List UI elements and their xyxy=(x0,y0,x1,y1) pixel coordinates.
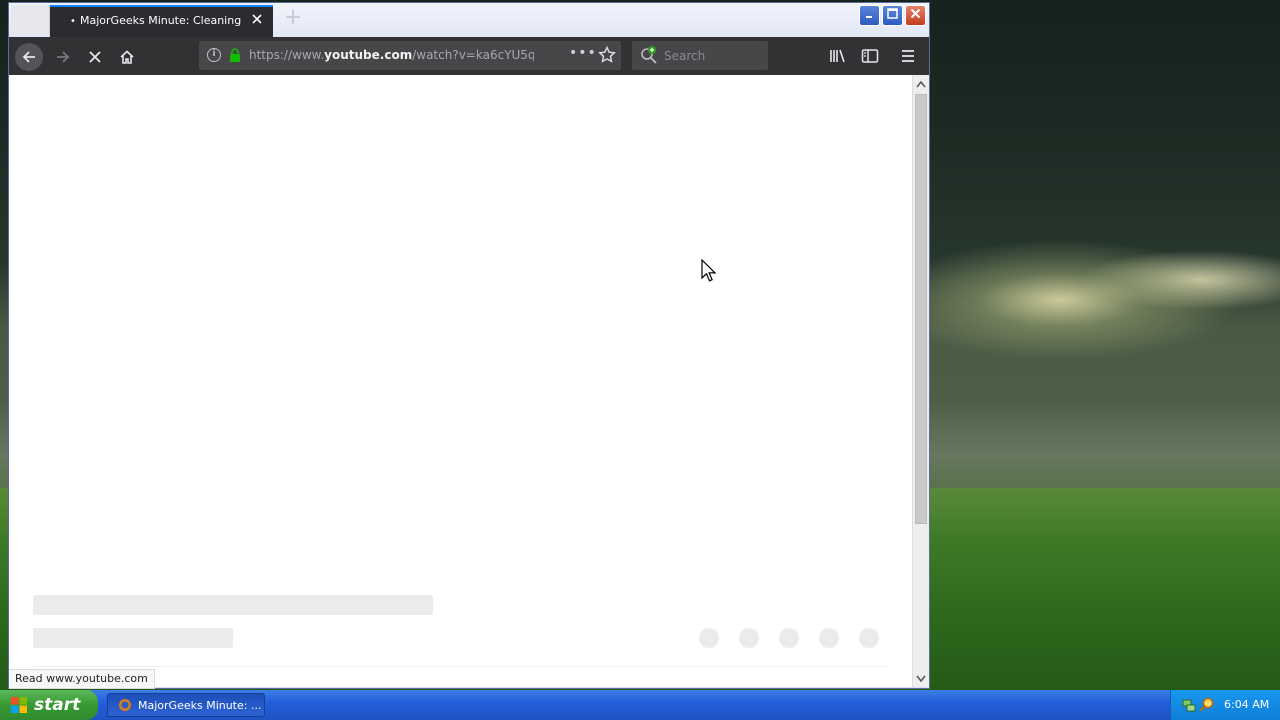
stop-icon xyxy=(89,51,101,63)
maximize-icon xyxy=(887,8,898,19)
close-icon xyxy=(252,14,262,24)
minimize-button[interactable] xyxy=(859,5,880,26)
browser-window: • MajorGeeks Minute: Cleaning Your + xyxy=(8,2,930,689)
skeleton-divider xyxy=(33,666,887,667)
scroll-down-button[interactable] xyxy=(913,670,929,687)
library-button[interactable] xyxy=(827,45,849,67)
search-icon xyxy=(641,46,657,64)
forward-button[interactable] xyxy=(49,43,77,71)
back-button[interactable] xyxy=(15,43,43,71)
skeleton-action xyxy=(819,628,839,648)
skeleton-subtitle xyxy=(33,628,233,648)
taskbar: start MajorGeeks Minute: ... 6:04 AM xyxy=(0,690,1280,720)
chevron-down-icon xyxy=(916,675,926,682)
system-tray: 6:04 AM xyxy=(1170,690,1280,720)
home-icon xyxy=(120,50,134,64)
status-bar: Read www.youtube.com xyxy=(9,669,155,689)
library-icon xyxy=(830,49,845,63)
skeleton-action xyxy=(779,628,799,648)
skeleton-action xyxy=(859,628,879,648)
skeleton-action xyxy=(699,628,719,648)
forward-arrow-icon xyxy=(57,51,70,63)
chevron-up-icon xyxy=(916,80,926,87)
url-domain: youtube.com xyxy=(324,48,413,62)
page-content: Read www.youtube.com xyxy=(9,75,912,689)
tab-blank[interactable] xyxy=(11,5,50,35)
tab-active[interactable]: • MajorGeeks Minute: Cleaning Your xyxy=(50,5,273,37)
cursor-icon xyxy=(701,259,717,282)
windows-logo-icon xyxy=(11,697,27,713)
tab-loading-dot: • xyxy=(70,16,76,27)
search-placeholder: Search xyxy=(664,49,706,63)
back-arrow-icon xyxy=(22,51,35,63)
taskbar-item-browser[interactable]: MajorGeeks Minute: ... xyxy=(107,693,265,717)
vertical-scrollbar[interactable] xyxy=(912,75,929,687)
search-tray-icon[interactable] xyxy=(1199,697,1215,713)
info-icon[interactable]: i xyxy=(207,48,221,62)
clock: 6:04 AM xyxy=(1224,698,1270,711)
scroll-up-button[interactable] xyxy=(913,75,929,92)
url-path: /watch?v=ka6cYU5qrd xyxy=(412,48,534,62)
maximize-button[interactable] xyxy=(882,5,903,26)
page-actions-button[interactable]: ••• xyxy=(569,45,597,61)
search-bar[interactable]: Search xyxy=(632,41,768,70)
browser-task-icon xyxy=(119,699,131,711)
lock-icon[interactable] xyxy=(229,48,241,62)
sidebar-button[interactable] xyxy=(859,45,881,67)
close-window-button[interactable] xyxy=(905,5,926,26)
taskbar-item-label: MajorGeeks Minute: ... xyxy=(138,698,262,712)
scroll-thumb[interactable] xyxy=(915,94,927,524)
start-label: start xyxy=(34,695,81,715)
network-icon[interactable] xyxy=(1181,697,1197,713)
menu-button[interactable] xyxy=(897,45,919,67)
menu-icon xyxy=(902,50,914,62)
sidebar-icon xyxy=(861,49,879,63)
new-tab-button[interactable]: + xyxy=(281,6,305,30)
skeleton-action xyxy=(739,628,759,648)
start-button[interactable]: start xyxy=(0,690,98,720)
url-text[interactable]: https://www.youtube.com/watch?v=ka6cYU5q… xyxy=(249,48,534,62)
stop-button[interactable] xyxy=(81,43,109,71)
tab-bar: • MajorGeeks Minute: Cleaning Your + xyxy=(9,3,929,37)
url-prefix: https://www. xyxy=(249,48,325,62)
minimize-icon xyxy=(865,16,872,18)
nav-toolbar: i https://www.youtube.com/watch?v=ka6cYU… xyxy=(9,37,929,75)
skeleton-title xyxy=(33,595,433,615)
close-icon xyxy=(910,8,921,19)
home-button[interactable] xyxy=(113,43,141,71)
tab-title: MajorGeeks Minute: Cleaning Your xyxy=(80,14,244,27)
url-bar[interactable]: i https://www.youtube.com/watch?v=ka6cYU… xyxy=(199,41,621,70)
star-icon[interactable] xyxy=(597,45,617,65)
tab-close-button[interactable] xyxy=(248,10,266,30)
